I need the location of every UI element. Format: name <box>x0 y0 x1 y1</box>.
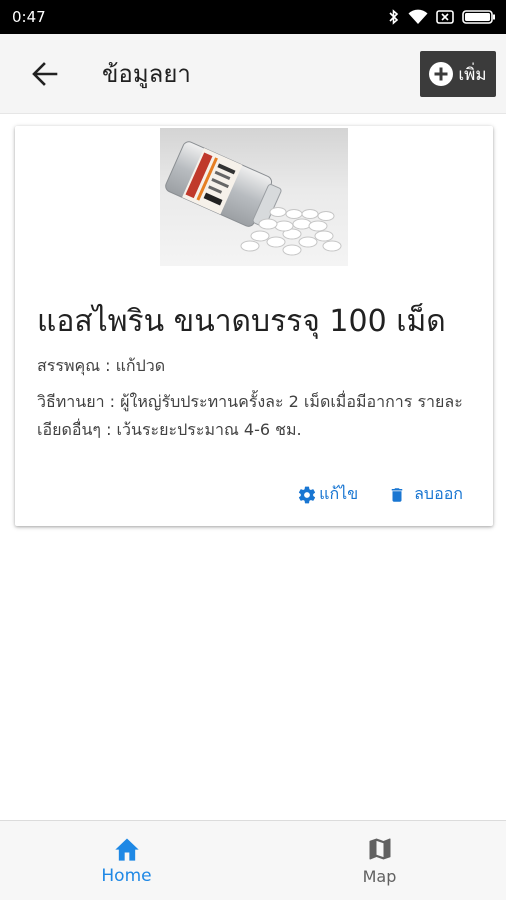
nav-item-home[interactable]: Home <box>0 821 253 900</box>
medicine-card: แอสไพริน ขนาดบรรจุ 100 เม็ด สรรพคุณ : แก… <box>15 126 493 526</box>
status-time: 0:47 <box>12 8 46 26</box>
edit-button[interactable]: แก้ไข <box>297 482 358 507</box>
nav-label-home: Home <box>101 865 152 886</box>
delete-button-label: ลบออก <box>414 484 463 503</box>
home-icon <box>114 838 139 861</box>
medicine-title: แอสไพริน ขนาดบรรจุ 100 เม็ด <box>37 304 446 339</box>
nav-label-map: Map <box>362 867 397 886</box>
nav-item-map[interactable]: Map <box>253 821 506 900</box>
back-button[interactable] <box>22 56 68 92</box>
medicine-image <box>160 128 348 266</box>
card-actions: แก้ไข ลบออก <box>297 482 463 507</box>
add-button[interactable]: เพิ่ม <box>420 51 496 97</box>
page-title: ข้อมูลยา <box>102 60 191 88</box>
status-icons <box>388 9 496 25</box>
wifi-icon <box>408 9 428 24</box>
app-bar: ข้อมูลยา เพิ่ม <box>0 34 506 114</box>
arrow-back-icon <box>32 62 58 86</box>
bluetooth-icon <box>389 9 399 25</box>
status-bar: 0:47 <box>0 0 506 34</box>
medicine-usage: วิธีทานยา : ผู้ใหญ่รับประทานครั้งละ 2 เม… <box>37 392 463 439</box>
trash-icon <box>391 487 403 502</box>
delete-button[interactable]: ลบออก <box>388 482 463 507</box>
add-circle-icon <box>429 62 454 86</box>
battery-icon <box>462 10 495 24</box>
add-button-label: เพิ่ม <box>458 64 487 85</box>
medicine-property: สรรพคุณ : แก้ปวด <box>37 356 166 375</box>
sim-icon <box>436 10 454 24</box>
bottom-navigation: Home Map <box>0 820 506 900</box>
pill-bottle-illustration <box>165 141 342 256</box>
edit-button-label: แก้ไข <box>319 484 359 503</box>
map-icon <box>369 838 390 860</box>
gear-icon <box>299 486 316 503</box>
